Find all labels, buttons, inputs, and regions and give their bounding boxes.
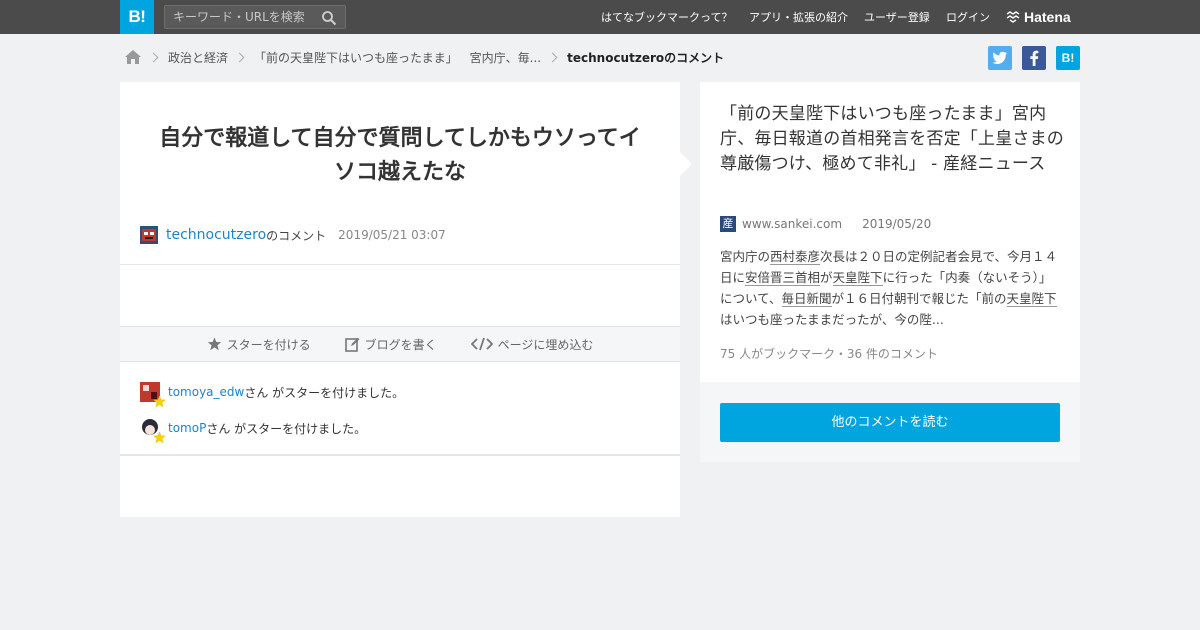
hatena-mark-icon <box>1006 11 1020 23</box>
comment-suffix: のコメント <box>266 228 327 243</box>
avatar[interactable] <box>140 382 166 408</box>
nav-about[interactable]: はてなブックマークって？ <box>601 0 732 34</box>
read-more-comments-button[interactable]: 他のコメントを読む <box>720 403 1060 442</box>
write-blog-label: ブログを書く <box>364 337 437 352</box>
embed-page-label: ページに埋め込む <box>497 337 594 352</box>
search-input[interactable] <box>173 9 313 25</box>
summary-text: が <box>820 270 833 285</box>
keyword-link[interactable]: 西村泰彦 <box>770 249 821 265</box>
comment-card: 自分で報道して自分で質問してしかもウソってイソコ越えたな technocutze… <box>120 82 692 517</box>
entry-summary: 宮内庁の西村泰彦次長は２０日の定例記者会見で、今月１４日に安倍晋三首相が天皇陛下… <box>720 246 1062 330</box>
facebook-share-button[interactable] <box>1022 46 1046 70</box>
entry-domain[interactable]: www.sankei.com <box>742 217 842 231</box>
list-item: tomoP さん がスターを付けました。 <box>140 418 404 444</box>
nav-apps[interactable]: アプリ・拡張の紹介 <box>749 0 848 34</box>
breadcrumb-current: technocutzeroのコメント <box>567 50 725 65</box>
comment-user-link[interactable]: technocutzero <box>166 227 266 243</box>
nav-about-link[interactable]: はてなブックマークって？ <box>601 9 732 25</box>
add-star-label: スターを付ける <box>226 337 311 352</box>
breadcrumb-category[interactable]: 政治と経済 <box>168 49 228 66</box>
home-icon[interactable] <box>124 49 142 65</box>
entry-title[interactable]: 「前の天皇陛下はいつも座ったまま」宮内庁、毎日報道の首相発言を否定「上皇さまの尊… <box>720 102 1065 177</box>
nav-login-link[interactable]: ログイン <box>946 9 990 25</box>
avatar[interactable] <box>140 418 166 444</box>
star-user-link[interactable]: tomoya_edw <box>168 385 244 399</box>
hatena-bookmark-logo[interactable]: B! <box>120 0 154 34</box>
keyword-link[interactable]: 天皇陛下 <box>1006 291 1057 307</box>
keyword-link[interactable]: 天皇陛下 <box>832 270 883 286</box>
star-icon <box>207 337 221 351</box>
breadcrumb-entry-2[interactable]: 宮内庁、毎... <box>470 49 541 66</box>
chevron-right-icon <box>234 52 245 62</box>
nav-apps-link[interactable]: アプリ・拡張の紹介 <box>749 9 848 25</box>
bookmark-counts[interactable]: 75 人がブックマーク・36 件のコメント <box>720 345 938 362</box>
code-icon <box>470 337 493 351</box>
chevron-right-icon <box>547 52 558 62</box>
summary-text: はいつも座ったままだったが、今の陛... <box>720 312 944 327</box>
keyword-link[interactable]: 安倍晋三首相 <box>745 270 821 286</box>
action-bar: スターを付ける ブログを書く ページに埋め込む <box>120 326 680 362</box>
twitter-share-button[interactable] <box>988 46 1012 70</box>
more-comments-section: 他のコメントを読む <box>700 382 1080 462</box>
entry-source: 産 www.sankei.com 2019/05/20 <box>720 216 931 232</box>
entry-card: 「前の天皇陛下はいつも座ったまま」宮内庁、毎日報道の首相発言を否定「上皇さまの尊… <box>700 82 1080 382</box>
comment-meta: technocutzero のコメント 2019/05/21 03:07 <box>140 226 446 244</box>
summary-text: が１６日付朝刊で報じた「前の <box>831 291 1007 306</box>
search-box[interactable] <box>164 5 346 29</box>
avatar[interactable] <box>140 226 158 244</box>
chevron-right-icon <box>148 52 159 62</box>
star-user-link[interactable]: tomoP <box>168 421 206 435</box>
breadcrumb: 政治と経済 「前の天皇陛下はいつも座ったまま」 宮内庁、毎... technoc… <box>124 46 724 68</box>
nav-register-link[interactable]: ユーザー登録 <box>864 9 930 25</box>
comment-text: 自分で報道して自分で質問してしかもウソってイソコ越えたな <box>159 126 641 185</box>
hatena-brand[interactable]: Hatena <box>1006 0 1071 34</box>
write-blog-button[interactable]: ブログを書く <box>344 336 437 353</box>
nav-register[interactable]: ユーザー登録 <box>864 0 930 34</box>
top-bar: B! はてなブックマークって？ アプリ・拡張の紹介 ユーザー登録 ログイン Ha… <box>0 0 1200 34</box>
facebook-icon <box>1030 50 1039 66</box>
star-icon <box>153 431 166 444</box>
hatena-bookmark-share-button[interactable]: B! <box>1056 46 1080 70</box>
star-icon <box>153 395 166 408</box>
twitter-icon <box>992 51 1007 64</box>
edit-icon <box>344 337 360 352</box>
add-star-button[interactable]: スターを付ける <box>207 336 311 353</box>
card-notch <box>680 152 692 176</box>
embed-page-button[interactable]: ページに埋め込む <box>470 336 594 353</box>
breadcrumb-entry-1[interactable]: 「前の天皇陛下はいつも座ったまま」 <box>254 49 458 66</box>
summary-text: 宮内庁の <box>720 249 771 264</box>
entry-date: 2019/05/20 <box>862 217 932 231</box>
star-text: さん がスターを付けました。 <box>206 421 367 436</box>
comment-timestamp[interactable]: 2019/05/21 03:07 <box>338 228 446 242</box>
divider <box>120 264 680 265</box>
nav-login[interactable]: ログイン <box>946 0 990 34</box>
divider <box>120 454 680 456</box>
site-favicon-icon: 産 <box>720 216 736 232</box>
list-item: tomoya_edw さん がスターを付けました。 <box>140 382 405 408</box>
star-text: さん がスターを付けました。 <box>244 385 405 400</box>
hatena-brand-text: Hatena <box>1024 9 1071 25</box>
keyword-link[interactable]: 毎日新聞 <box>781 291 832 307</box>
star-list: tomoya_edw さん がスターを付けました。 tomoP さん がスターを… <box>140 382 404 454</box>
search-icon[interactable] <box>321 10 337 26</box>
